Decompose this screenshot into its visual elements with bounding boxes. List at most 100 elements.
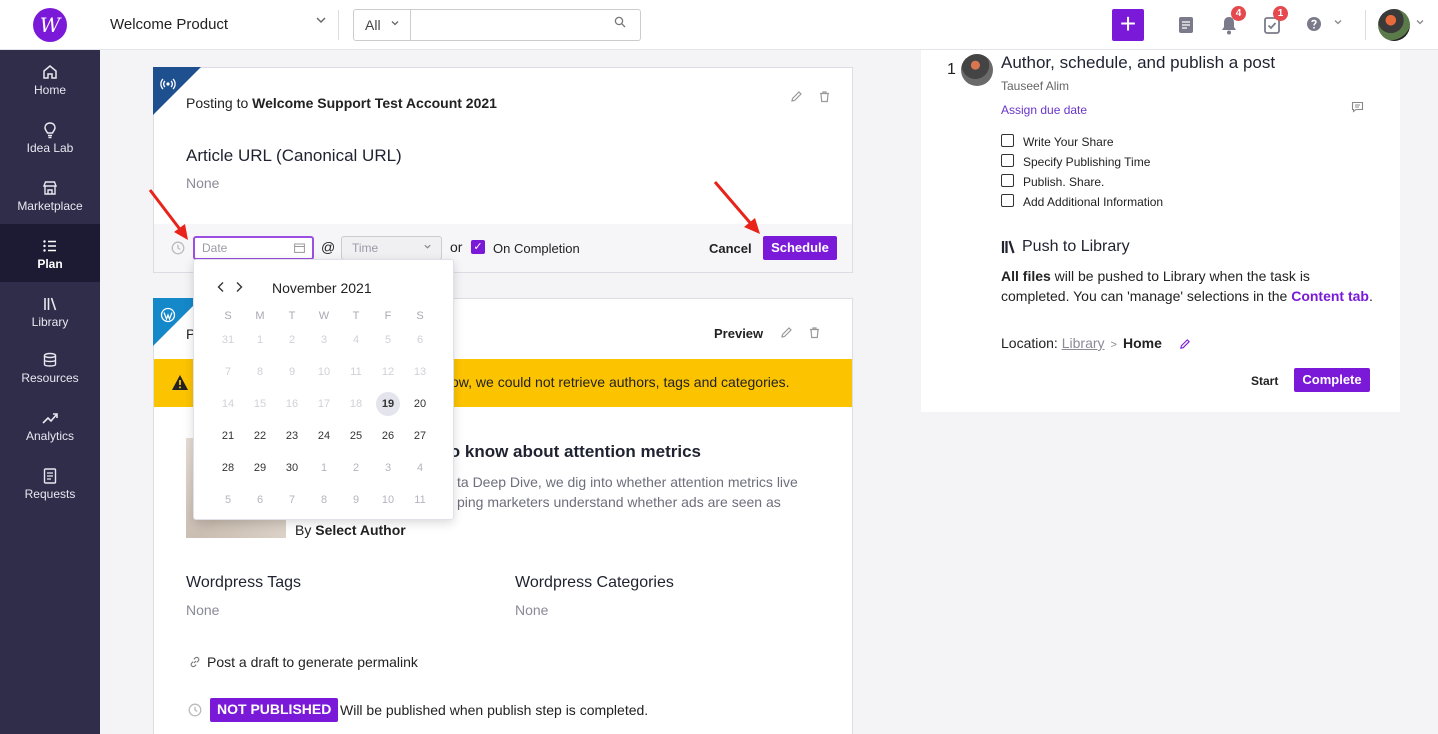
sidebar-item-resources[interactable]: Resources bbox=[0, 338, 100, 396]
chevron-right-icon[interactable] bbox=[234, 281, 244, 293]
pencil-icon[interactable] bbox=[790, 90, 803, 103]
chevron-down-icon[interactable] bbox=[1415, 17, 1425, 27]
start-button[interactable]: Start bbox=[1251, 374, 1278, 388]
on-completion-checkbox[interactable]: ✓ bbox=[471, 240, 485, 254]
help-icon[interactable] bbox=[1305, 15, 1323, 33]
complete-button[interactable]: Complete bbox=[1294, 368, 1370, 392]
calendar-day[interactable]: 3 bbox=[372, 452, 404, 484]
location-label: Location: bbox=[1001, 335, 1062, 351]
sidebar-item-requests[interactable]: Requests bbox=[0, 454, 100, 512]
chevron-left-icon[interactable] bbox=[216, 281, 226, 293]
schedule-button[interactable]: Schedule bbox=[763, 236, 837, 260]
user-avatar[interactable] bbox=[1378, 9, 1410, 41]
sidebar-item-label: Plan bbox=[37, 257, 63, 271]
calendar-day[interactable]: 9 bbox=[340, 484, 372, 516]
checklist-label: Publish. Share. bbox=[1023, 175, 1105, 189]
checkbox[interactable] bbox=[1001, 154, 1014, 167]
calendar-day[interactable]: 24 bbox=[308, 420, 340, 452]
content-tab-link[interactable]: Content tab bbox=[1291, 288, 1369, 304]
chevron-down-icon[interactable] bbox=[315, 14, 327, 26]
sidebar-item-marketplace[interactable]: Marketplace bbox=[0, 166, 100, 224]
calendar-day-label: 4 bbox=[352, 334, 360, 346]
on-completion-label: On Completion bbox=[493, 241, 580, 256]
calendar-day-label: 10 bbox=[381, 494, 395, 506]
calendar-day[interactable]: 22 bbox=[244, 420, 276, 452]
trash-icon[interactable] bbox=[818, 90, 831, 103]
product-selector-label[interactable]: Welcome Product bbox=[110, 16, 228, 33]
broadcast-icon bbox=[160, 78, 176, 90]
library-icon bbox=[44, 297, 57, 311]
calendar-day[interactable]: 6 bbox=[244, 484, 276, 516]
warning-icon bbox=[172, 375, 188, 390]
calendar-day-label: 30 bbox=[285, 462, 299, 474]
calendar-day[interactable]: 11 bbox=[404, 484, 436, 516]
search-icon[interactable] bbox=[614, 16, 626, 28]
calendar-day[interactable]: 20 bbox=[404, 388, 436, 420]
calendar-day[interactable]: 2 bbox=[340, 452, 372, 484]
calendar-day[interactable]: 7 bbox=[276, 484, 308, 516]
calendar-day[interactable]: 5 bbox=[212, 484, 244, 516]
calendar-day-label: 31 bbox=[221, 334, 235, 346]
checkbox[interactable] bbox=[1001, 194, 1014, 207]
sidebar-item-idea-lab[interactable]: Idea Lab bbox=[0, 108, 100, 166]
calendar-day-label: 3 bbox=[320, 334, 328, 346]
calendar-day[interactable]: 25 bbox=[340, 420, 372, 452]
sidebar-item-label: Requests bbox=[24, 487, 76, 501]
date-input[interactable]: Date bbox=[193, 236, 314, 260]
search-scope-select[interactable]: All bbox=[353, 9, 411, 41]
chevron-right-icon: > bbox=[1110, 339, 1117, 351]
location-library-link[interactable]: Library bbox=[1062, 335, 1105, 351]
permalink-text: Post a draft to generate permalink bbox=[207, 654, 418, 670]
calendar-day-label: 12 bbox=[381, 366, 395, 378]
calendar-day-label: 5 bbox=[224, 494, 232, 506]
checkbox[interactable] bbox=[1001, 174, 1014, 187]
pencil-icon[interactable] bbox=[1179, 338, 1191, 350]
calendar-day-label: 15 bbox=[253, 398, 267, 410]
posting-prefix: Posting to bbox=[186, 95, 253, 111]
sidebar-item-label: Marketplace bbox=[17, 199, 83, 213]
calendar-day-label: 8 bbox=[320, 494, 328, 506]
time-select[interactable]: Time bbox=[341, 236, 442, 260]
calendar-day[interactable]: 10 bbox=[372, 484, 404, 516]
calendar-day[interactable]: 30 bbox=[276, 452, 308, 484]
sidebar-item-library[interactable]: Library bbox=[0, 282, 100, 340]
database-icon bbox=[43, 352, 57, 367]
trash-icon[interactable] bbox=[808, 326, 821, 339]
assign-due-date-link[interactable]: Assign due date bbox=[1001, 103, 1087, 117]
chevron-down-icon[interactable] bbox=[1333, 17, 1343, 27]
calendar-day[interactable]: 21 bbox=[212, 420, 244, 452]
select-author-link[interactable]: Select Author bbox=[315, 522, 406, 538]
article-description-line: ta Deep Dive, we dig into whether attent… bbox=[457, 474, 798, 490]
calendar-day[interactable]: 26 bbox=[372, 420, 404, 452]
or-label: or bbox=[450, 239, 463, 255]
calendar-day[interactable]: 23 bbox=[276, 420, 308, 452]
calendar-day-label: 21 bbox=[221, 430, 235, 442]
time-placeholder: Time bbox=[352, 241, 379, 255]
calendar-day: 7 bbox=[212, 356, 244, 388]
search-input[interactable] bbox=[411, 9, 641, 41]
calendar-day[interactable]: 8 bbox=[308, 484, 340, 516]
cancel-button[interactable]: Cancel bbox=[709, 241, 752, 256]
calendar-day[interactable]: 28 bbox=[212, 452, 244, 484]
calendar-day-label: 11 bbox=[350, 366, 362, 378]
calendar-day[interactable]: 29 bbox=[244, 452, 276, 484]
pencil-icon[interactable] bbox=[780, 326, 793, 339]
divider bbox=[1365, 10, 1366, 40]
comment-icon[interactable] bbox=[1351, 101, 1364, 113]
add-button[interactable]: + bbox=[1112, 9, 1144, 41]
calendar-day[interactable]: 4 bbox=[404, 452, 436, 484]
notes-icon[interactable] bbox=[1176, 14, 1196, 36]
calendar-day[interactable]: 1 bbox=[308, 452, 340, 484]
preview-button[interactable]: Preview bbox=[714, 326, 763, 341]
checklist-label: Add Additional Information bbox=[1023, 195, 1164, 209]
calendar-day[interactable]: 19 bbox=[372, 388, 404, 420]
app-logo[interactable]: W bbox=[33, 8, 67, 42]
sidebar-item-plan[interactable]: Plan bbox=[0, 224, 100, 282]
sidebar-item-label: Resources bbox=[21, 371, 79, 385]
calendar-day: 1 bbox=[244, 324, 276, 356]
sidebar-item-home[interactable]: Home bbox=[0, 50, 100, 108]
checkbox[interactable] bbox=[1001, 134, 1014, 147]
trend-icon bbox=[42, 413, 58, 424]
sidebar-item-analytics[interactable]: Analytics bbox=[0, 396, 100, 454]
calendar-day[interactable]: 27 bbox=[404, 420, 436, 452]
